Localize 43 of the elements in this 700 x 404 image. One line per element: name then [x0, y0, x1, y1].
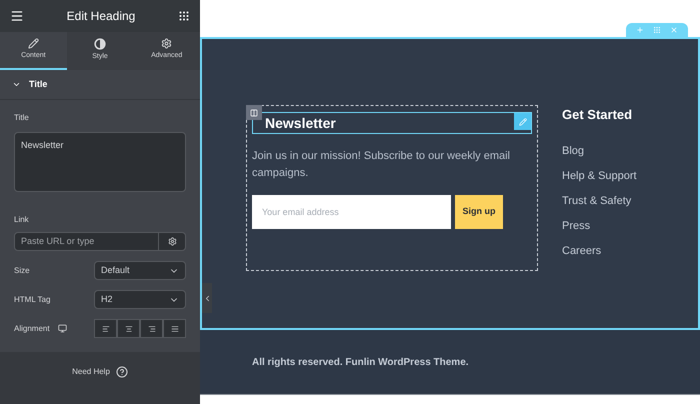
- settings-button[interactable]: [159, 232, 186, 251]
- alignment-button[interactable]: [163, 319, 186, 338]
- gear-icon: [168, 237, 176, 246]
- footer-link[interactable]: Help & Support: [562, 168, 637, 184]
- column-handle-icon[interactable]: [246, 105, 262, 120]
- field-label: HTML Tag: [14, 294, 50, 306]
- html-tag-select[interactable]: H2: [94, 290, 186, 309]
- apps-grid-icon[interactable]: [178, 10, 190, 22]
- alignment-button[interactable]: [117, 319, 140, 338]
- caret-icon: [12, 80, 21, 89]
- field-label: Alignment: [14, 322, 50, 334]
- monitor-icon[interactable]: [58, 324, 67, 333]
- alignment-button[interactable]: [140, 319, 163, 338]
- panel-title: Edit Heading: [66, 8, 136, 25]
- footer-link[interactable]: Press: [562, 218, 637, 234]
- align-justify-icon: [170, 324, 178, 332]
- panel-collapse-handle[interactable]: [202, 283, 212, 313]
- footer-link[interactable]: Blog: [562, 142, 637, 158]
- size-select[interactable]: Default: [94, 261, 186, 280]
- newsletter-heading: Newsletter: [265, 114, 336, 132]
- menu-icon[interactable]: [10, 9, 24, 23]
- gear-icon: [161, 38, 172, 50]
- footer-link[interactable]: Careers: [562, 242, 637, 258]
- drag-handle-icon[interactable]: [652, 26, 661, 34]
- help-icon[interactable]: [116, 366, 128, 378]
- help-link[interactable]: Need Help: [72, 366, 110, 378]
- links-heading: Get Started: [562, 106, 634, 124]
- footer-link[interactable]: Trust & Safety: [562, 192, 637, 208]
- align-right-icon: [148, 324, 156, 332]
- url-field[interactable]: Paste URL or type: [14, 232, 159, 251]
- email-field[interactable]: Your email address: [252, 195, 451, 229]
- pencil-icon: [28, 38, 39, 50]
- contrast-icon: [94, 38, 106, 50]
- field-label: Title: [14, 112, 30, 124]
- signup-button[interactable]: Sign up: [455, 195, 503, 229]
- copyright-text: All rights reserved. Funlin WordPress Theme.: [252, 356, 469, 370]
- newsletter-description: Join us in our mission! Subscribe to our weekly email campaigns.: [252, 149, 512, 181]
- align-left-icon: [102, 324, 110, 332]
- alignment-button[interactable]: [94, 319, 117, 338]
- align-center-icon: [124, 324, 132, 332]
- field-label: Size: [14, 264, 30, 276]
- title-textarea[interactable]: Newsletter: [14, 132, 186, 192]
- field-label: Link: [14, 214, 30, 226]
